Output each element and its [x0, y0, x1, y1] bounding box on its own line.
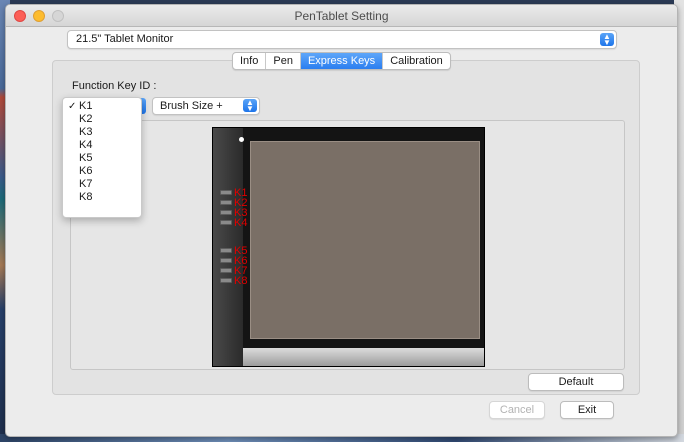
tab-info[interactable]: Info — [233, 53, 267, 69]
key-option-k5[interactable]: K5 — [63, 152, 141, 165]
tab-calibration[interactable]: Calibration — [383, 53, 450, 69]
key-option-k4[interactable]: K4 — [63, 139, 141, 152]
exit-button[interactable]: Exit — [560, 401, 614, 419]
express-key-button[interactable] — [220, 278, 232, 283]
express-key-button[interactable] — [220, 220, 232, 225]
title-bar[interactable]: PenTablet Setting — [6, 5, 677, 27]
popup-arrows-icon: ▲ ▼ — [243, 99, 257, 113]
key-label-k8: K8 — [234, 275, 248, 287]
key-option-k7[interactable]: K7 — [63, 178, 141, 191]
key-option-k3[interactable]: K3 — [63, 126, 141, 139]
tablet-screen — [250, 141, 480, 339]
express-key-button[interactable] — [220, 200, 232, 205]
tab-express-keys[interactable]: Express Keys — [300, 53, 384, 69]
window-title: PenTablet Setting — [294, 9, 389, 23]
express-key-button[interactable] — [220, 268, 232, 273]
tablet-stand — [243, 348, 484, 366]
key-option-k8[interactable]: K8 — [63, 191, 141, 204]
key-option-k2[interactable]: K2 — [63, 113, 141, 126]
key-function-value: Brush Size + — [160, 100, 223, 112]
power-led-icon — [239, 137, 244, 142]
function-key-id-label: Function Key ID : — [72, 80, 157, 92]
key-option-k6[interactable]: K6 — [63, 165, 141, 178]
key-function-select[interactable]: Brush Size + ▲ ▼ — [152, 97, 260, 115]
key-id-dropdown-menu[interactable]: ✓ K1 K2 K3 K4 K5 K6 K7 K8 — [62, 97, 142, 218]
express-key-button[interactable] — [220, 258, 232, 263]
tab-bar: Info Pen Express Keys Calibration — [232, 52, 451, 70]
cancel-button[interactable]: Cancel — [489, 401, 545, 419]
express-key-button[interactable] — [220, 190, 232, 195]
device-select-value: 21.5" Tablet Monitor — [76, 33, 174, 45]
express-key-button[interactable] — [220, 248, 232, 253]
popup-arrows-icon: ▲ ▼ — [600, 33, 614, 47]
default-button[interactable]: Default — [528, 373, 624, 391]
device-select[interactable]: 21.5" Tablet Monitor ▲ ▼ — [67, 30, 617, 49]
checkmark-icon: ✓ — [68, 101, 77, 112]
express-key-button[interactable] — [220, 210, 232, 215]
tablet-image: K1 K2 K3 K4 K5 K6 K7 K8 — [212, 127, 485, 367]
key-label-k4: K4 — [234, 217, 248, 229]
key-option-k1[interactable]: ✓ K1 — [63, 100, 141, 113]
tab-pen[interactable]: Pen — [266, 53, 301, 69]
